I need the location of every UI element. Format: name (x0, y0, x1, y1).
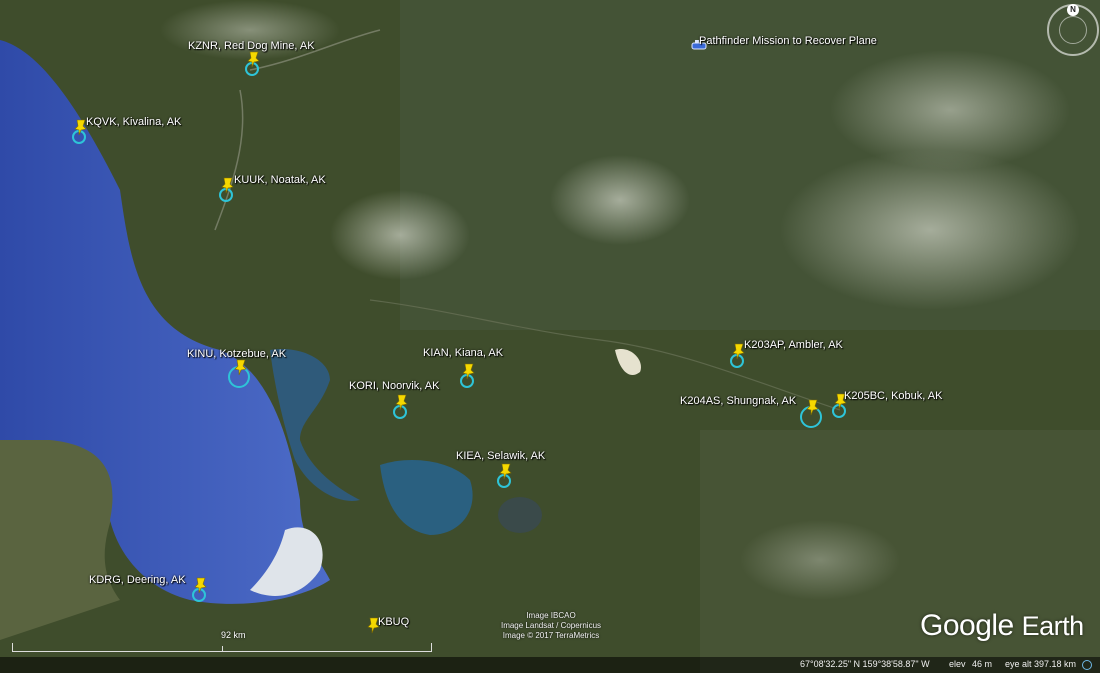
label-kdrg[interactable]: KDRG, Deering, AK (89, 574, 186, 586)
google-earth-logo: Google Earth (920, 609, 1084, 643)
streaming-status-icon (1082, 660, 1092, 670)
label-kuuk[interactable]: KUUK, Noatak, AK (234, 174, 326, 186)
label-k205bc[interactable]: K205BC, Kobuk, AK (844, 390, 942, 402)
credit-line: Image © 2017 TerraMetrics (502, 631, 600, 640)
map-view[interactable]: N Pathfinder Mission to Recover Plane KZ… (0, 0, 1100, 673)
label-kinu[interactable]: KINU, Kotzebue, AK (187, 348, 286, 360)
pushpin-icon (234, 359, 247, 376)
credit-line: Image Landsat / Copernicus (500, 621, 602, 630)
placemark-kori[interactable] (391, 393, 417, 423)
pushpin-icon (499, 463, 512, 480)
satellite-terrain (0, 0, 1100, 673)
label-kbuq[interactable]: KBUQ (378, 616, 409, 628)
status-elev-value: 46 m (972, 659, 993, 669)
pushpin-icon (395, 394, 408, 411)
pushpin-icon (194, 577, 207, 594)
placemark-kiea[interactable] (495, 462, 521, 492)
placemark-kinu[interactable] (228, 358, 256, 388)
label-kian[interactable]: KIAN, Kiana, AK (423, 347, 503, 359)
pushpin-icon (462, 363, 475, 380)
placemark-kznr[interactable] (243, 50, 269, 80)
logo-google: Google (920, 609, 1014, 642)
status-elev-label: elev (949, 659, 966, 669)
label-k204as[interactable]: K204AS, Shungnak, AK (680, 395, 796, 407)
placemark-k204as[interactable] (800, 398, 828, 428)
compass-control[interactable]: N (1047, 4, 1099, 56)
status-bar (0, 657, 1100, 673)
label-k203ap[interactable]: K203AP, Ambler, AK (744, 339, 843, 351)
scale-bar (12, 643, 432, 652)
compass-north-label: N (1067, 4, 1079, 16)
compass-ring (1059, 16, 1087, 44)
pushpin-icon (221, 177, 234, 194)
scale-label: 92 km (221, 630, 246, 640)
pushpin-icon (247, 51, 260, 68)
status-eye-alt: eye alt 397.18 km (1005, 659, 1077, 669)
pushpin-icon (806, 399, 819, 416)
credit-line: Image IBCAO (526, 611, 576, 620)
label-kori[interactable]: KORI, Noorvik, AK (349, 380, 439, 392)
placemark-kdrg[interactable] (190, 576, 216, 606)
logo-earth: Earth (1021, 611, 1085, 641)
label-kqvk[interactable]: KQVK, Kivalina, AK (86, 116, 181, 128)
scale-tick (222, 646, 223, 651)
placemark-kian[interactable] (458, 362, 484, 392)
label-kznr[interactable]: KZNR, Red Dog Mine, AK (188, 40, 315, 52)
imagery-credits: Image IBCAO Image Landsat / Copernicus I… (486, 611, 616, 641)
label-kiea[interactable]: KIEA, Selawik, AK (456, 450, 545, 462)
mission-label[interactable]: Pathfinder Mission to Recover Plane (699, 35, 877, 47)
status-coordinates: 67°08'32.25" N 159°38'58.87" W (800, 659, 930, 669)
